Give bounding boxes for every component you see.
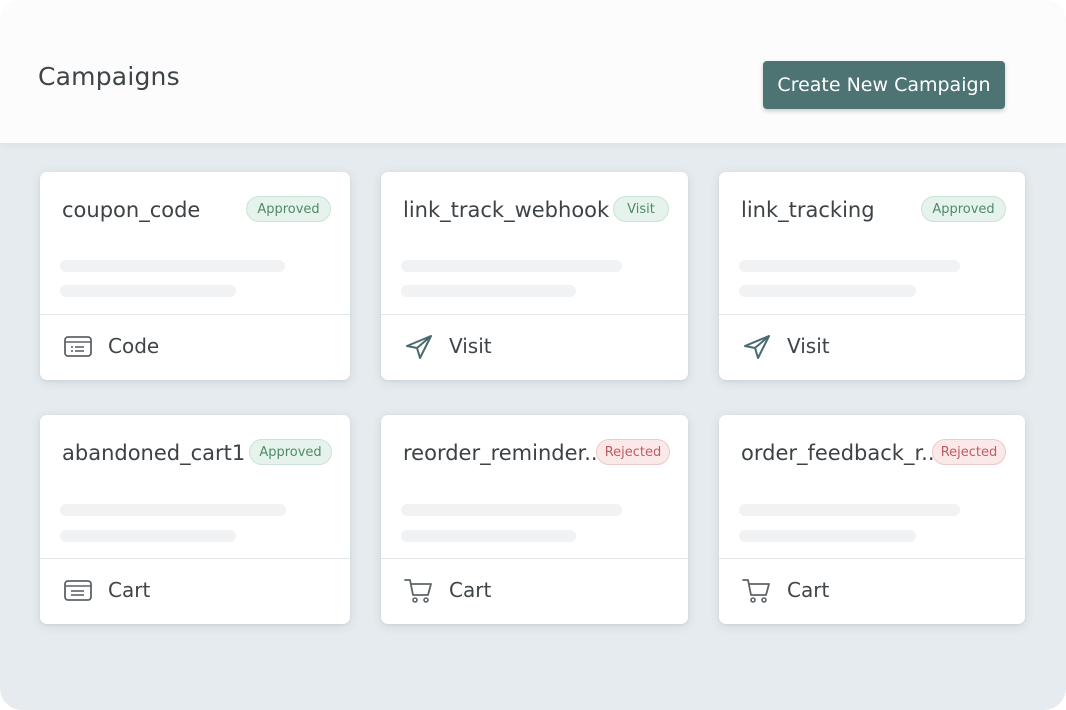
skeleton-line — [60, 504, 286, 516]
skeleton-line — [401, 260, 622, 272]
skeleton-line — [739, 285, 916, 297]
card-footer: Cart — [381, 559, 688, 623]
coupon-icon — [64, 580, 92, 601]
status-badge: Approved — [921, 196, 1006, 222]
campaign-type-label: Cart — [449, 578, 492, 602]
card-footer: Cart — [40, 559, 350, 623]
campaign-card[interactable]: coupon_code Approved Code — [40, 172, 350, 380]
skeleton-line — [401, 504, 622, 516]
campaign-name: abandoned_cart1 — [62, 441, 246, 465]
page-header: Campaigns Create New Campaign — [0, 0, 1066, 143]
send-icon — [406, 335, 432, 359]
status-badge: Rejected — [932, 439, 1006, 465]
status-badge: Visit — [613, 196, 669, 222]
campaign-name: reorder_reminder... — [403, 441, 605, 465]
status-badge: Approved — [249, 439, 332, 465]
campaign-type-label: Visit — [787, 334, 830, 358]
create-campaign-button[interactable]: Create New Campaign — [763, 61, 1005, 109]
card-footer: Visit — [381, 315, 688, 379]
campaign-type-label: Cart — [108, 578, 151, 602]
skeleton-line — [739, 530, 916, 542]
campaign-name: order_feedback_r... — [741, 441, 942, 465]
campaign-card[interactable]: abandoned_cart1 Approved Cart — [40, 415, 350, 624]
campaign-type-label: Code — [108, 334, 160, 358]
card-footer: Cart — [719, 559, 1025, 623]
skeleton-line — [60, 530, 236, 542]
cart-icon — [404, 579, 432, 603]
skeleton-line — [60, 260, 285, 272]
campaign-card[interactable]: link_track_webhook Visit Visit — [381, 172, 688, 380]
campaign-card[interactable]: link_tracking Approved Visit — [719, 172, 1025, 380]
status-badge: Rejected — [596, 439, 670, 465]
skeleton-line — [60, 285, 236, 297]
card-footer: Code — [40, 315, 350, 379]
campaign-name: link_track_webhook — [403, 198, 610, 222]
campaign-card[interactable]: reorder_reminder... Rejected Cart — [381, 415, 688, 624]
campaign-type-label: Cart — [787, 578, 830, 602]
cart-icon — [742, 579, 770, 603]
send-icon — [744, 335, 770, 359]
status-badge: Approved — [246, 196, 331, 222]
campaign-name: link_tracking — [741, 198, 875, 222]
page-title: Campaigns — [38, 62, 180, 91]
app-window: Campaigns Create New Campaign coupon_cod… — [0, 0, 1066, 710]
card-footer: Visit — [719, 315, 1025, 379]
skeleton-line — [401, 530, 576, 542]
campaign-card[interactable]: order_feedback_r... Rejected Cart — [719, 415, 1025, 624]
campaign-name: coupon_code — [62, 198, 201, 222]
coupon-icon — [64, 336, 92, 357]
skeleton-line — [739, 504, 960, 516]
skeleton-line — [401, 285, 576, 297]
skeleton-line — [739, 260, 960, 272]
campaign-type-label: Visit — [449, 334, 492, 358]
